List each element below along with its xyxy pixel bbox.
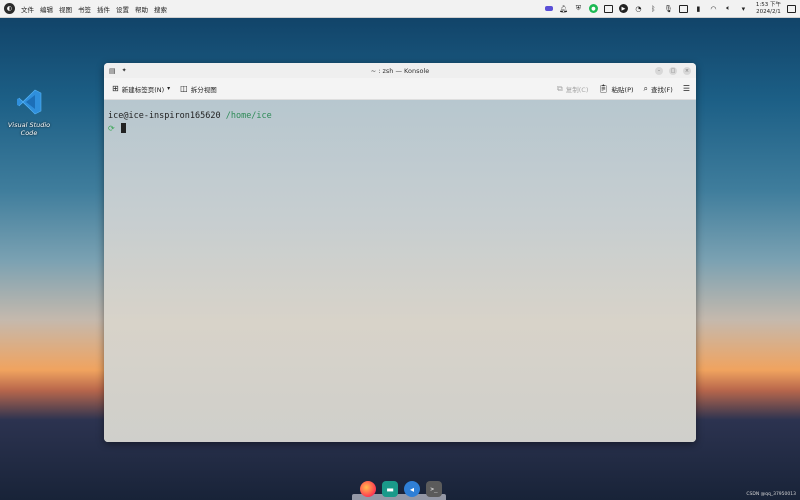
vscode-icon (17, 89, 42, 115)
paste-icon: 📋︎ (598, 84, 609, 93)
new-tab-button[interactable]: ⊞ 新建标签页(N) ▾ (112, 84, 170, 94)
close-button[interactable]: × (683, 66, 691, 75)
search-icon: ⌕ (643, 83, 649, 93)
menu-bookmarks[interactable]: 书签 (78, 4, 91, 14)
new-tab-icon: ⊞ (112, 84, 119, 93)
input-line: ⟳ (108, 123, 692, 133)
global-menu: 文件 编辑 视图 书签 插件 设置 帮助 搜索 (21, 4, 167, 14)
find-button[interactable]: ⌕ 查找(F) (644, 84, 673, 94)
hamburger-menu-button[interactable]: ☰ (683, 84, 690, 93)
menu-search[interactable]: 搜索 (154, 4, 167, 14)
menu-plugins[interactable]: 插件 (97, 4, 110, 14)
prompt-path: /home/ice (225, 111, 272, 121)
microphone-icon[interactable]: 🎙︎ (664, 4, 673, 13)
spotify-icon[interactable]: ● (588, 4, 598, 13)
system-tray: 🔔︎ ⛨ ● ▶ ◔ ᛒ 🎙︎ ▮ ◠ 🔈︎ ▾ 1:53 下午 2024/2/… (544, 2, 796, 15)
notification-bell-icon[interactable]: 🔔︎ (559, 4, 568, 13)
maximize-button[interactable]: □ (669, 66, 677, 75)
firefox-icon[interactable] (360, 481, 376, 497)
volume-icon[interactable]: 🔈︎ (724, 4, 733, 13)
menu-help[interactable]: 帮助 (135, 4, 148, 14)
terminal-area[interactable]: ice@ice-inspiron165620 /home/ice ⟳ (104, 100, 696, 442)
prompt-arrow-icon: ⟳ (108, 123, 115, 133)
menu-file[interactable]: 文件 (21, 4, 34, 14)
window-title: ~ : zsh — Konsole (370, 66, 430, 75)
find-label: 查找(F) (651, 85, 673, 94)
shield-icon[interactable]: ⛨ (574, 4, 583, 13)
menu-edit[interactable]: 编辑 (40, 4, 53, 14)
chevron-down-icon: ▾ (167, 85, 171, 92)
minimize-button[interactable]: – (655, 66, 663, 75)
battery-icon[interactable]: ▮ (694, 4, 703, 13)
media-play-icon[interactable]: ▶ (618, 4, 628, 13)
split-view-label: 拆分视图 (190, 85, 217, 94)
window-menu-icon[interactable]: ▤ (109, 67, 116, 75)
top-panel: ◐ 文件 编辑 视图 书签 插件 设置 帮助 搜索 🔔︎ ⛨ ● ▶ ◔ ᛒ 🎙… (0, 0, 800, 18)
konsole-toolbar: ⊞ 新建标签页(N) ▾ ◫ 拆分视图 ⧉ 复制(C) 📋︎ 粘贴(P) ⌕ 查… (104, 78, 696, 100)
split-view-icon: ◫ (180, 84, 188, 93)
menu-view[interactable]: 视图 (59, 4, 72, 14)
konsole-window: ▤ ✦ ~ : zsh — Konsole – □ × ⊞ 新建标签页(N) ▾… (104, 63, 696, 442)
copy-icon: ⧉ (557, 83, 563, 93)
split-view-button[interactable]: ◫ 拆分视图 (180, 84, 217, 94)
terminal-icon[interactable]: >_ (426, 481, 442, 497)
vpn-client-icon[interactable]: ◂ (404, 481, 420, 497)
app-launcher-icon[interactable]: ◐ (4, 3, 15, 14)
vpn-icon[interactable]: ◔ (634, 4, 643, 13)
new-tab-label: 新建标签页(N) (121, 85, 165, 94)
window-titlebar[interactable]: ▤ ✦ ~ : zsh — Konsole – □ × (104, 63, 696, 78)
clock[interactable]: 1:53 下午 2024/2/1 (756, 2, 781, 15)
desktop-icon-label: Visual Studio Code (7, 121, 51, 137)
menu-settings[interactable]: 设置 (116, 4, 129, 14)
copy-button[interactable]: ⧉ 复制(C) (557, 84, 588, 94)
clipboard-icon[interactable] (603, 4, 613, 13)
chevron-down-icon[interactable]: ▾ (739, 4, 748, 13)
prompt-user-host: ice@ice-inspiron165620 (108, 111, 221, 121)
dock: ▬ ◂ >_ (355, 478, 447, 500)
input-method-icon[interactable] (544, 6, 553, 11)
watermark: CSDN @qq_37950013 (746, 492, 796, 497)
clock-date: 2024/2/1 (756, 8, 781, 15)
terminal-cursor (120, 123, 126, 133)
paste-label: 粘贴(P) (611, 85, 634, 94)
show-desktop-icon[interactable] (787, 4, 796, 13)
file-manager-icon[interactable]: ▬ (382, 481, 398, 497)
copy-label: 复制(C) (565, 85, 589, 94)
bluetooth-icon[interactable]: ᛒ (649, 4, 658, 13)
desktop-icon-vscode[interactable]: Visual Studio Code (5, 88, 53, 137)
wifi-icon[interactable]: ◠ (709, 4, 718, 13)
pin-icon[interactable]: ✦ (122, 67, 127, 74)
prompt-line: ice@ice-inspiron165620 /home/ice (108, 111, 692, 121)
hamburger-menu-icon: ☰ (682, 84, 690, 93)
keyboard-icon[interactable] (678, 4, 688, 13)
paste-button[interactable]: 📋︎ 粘贴(P) (598, 84, 633, 94)
